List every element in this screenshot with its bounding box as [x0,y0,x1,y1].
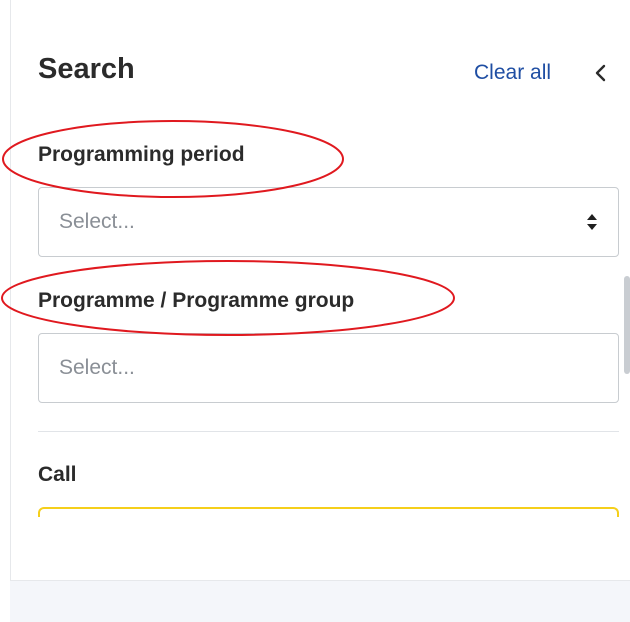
programme-placeholder: Select... [59,356,135,379]
programme-select[interactable]: Select... [38,333,619,403]
collapse-panel-button[interactable] [588,58,612,88]
call-label: Call [38,463,77,486]
chevron-left-icon [595,64,606,82]
scroll-clip-area [30,517,626,577]
clear-all-link[interactable]: Clear all [474,61,551,85]
programming-period-select[interactable]: Select... [38,187,619,257]
sort-arrows-icon [587,214,597,230]
scrollbar-thumb[interactable] [624,276,630,374]
section-divider [38,431,619,432]
panel-left-border [10,0,11,580]
programming-period-label: Programming period [38,143,245,166]
panel-title: Search [38,53,135,85]
panel-footer [10,580,630,622]
programming-period-placeholder: Select... [59,210,135,233]
programme-label: Programme / Programme group [38,289,355,312]
search-panel: Search Clear all Programming period Sele… [0,0,630,622]
